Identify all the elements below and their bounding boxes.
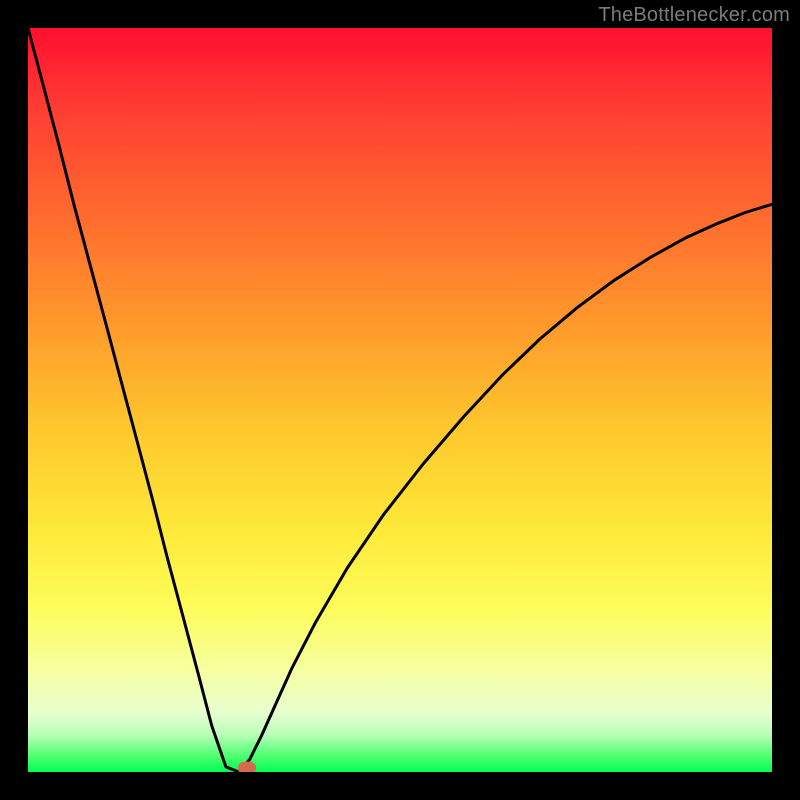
gradient-background	[28, 28, 772, 772]
plot-area	[28, 28, 772, 772]
optimum-marker	[238, 761, 256, 772]
chart-frame: TheBottlenecker.com	[0, 0, 800, 800]
watermark-text: TheBottlenecker.com	[598, 4, 790, 27]
